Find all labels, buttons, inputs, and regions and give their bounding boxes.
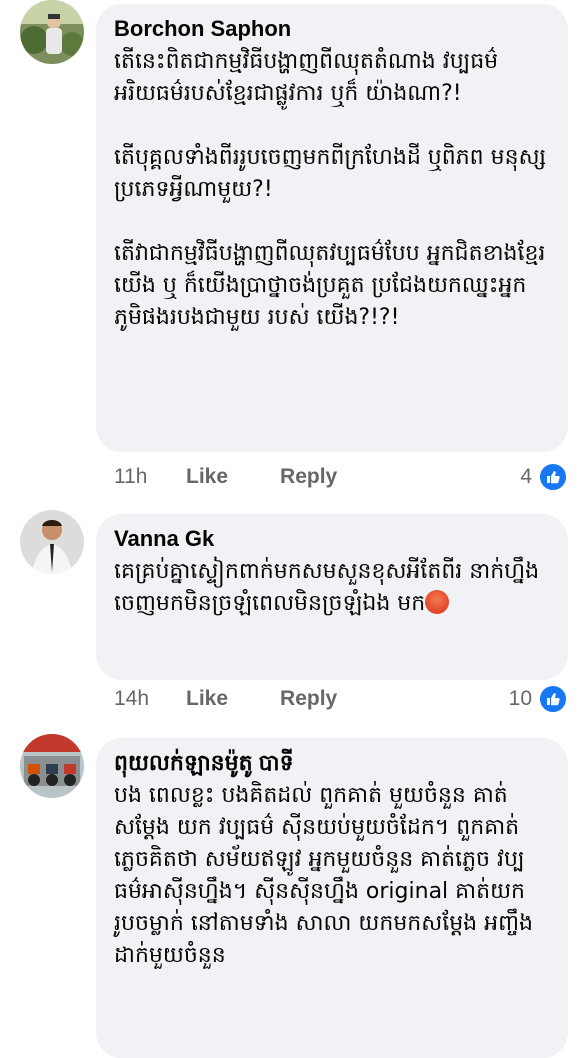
comment-paragraph: តើបុគ្គលទាំងពីររូបចេញមកពីក្រហែងដី ឬពិភព …	[114, 145, 547, 202]
comment-bubble: ពុយលក់ឡានម៉ូតូ បាទី បង ពេលខ្លះ បងគិតដល់ …	[96, 738, 568, 1058]
like-button[interactable]: Like	[186, 687, 228, 711]
comment-paragraph: គេគ្រប់គ្នាស្ទៀកពាក់មកសមសួនខុសអីតែពីរ នា…	[114, 556, 550, 620]
like-thumb-icon	[538, 684, 568, 714]
comment-author[interactable]: ពុយលក់ឡានម៉ូតូ បាទី	[114, 750, 550, 776]
avatar[interactable]	[20, 734, 84, 798]
comment-author[interactable]: Borchon Saphon	[114, 16, 550, 42]
comment-paragraph: តើនេះពិតជាកម្មវិធីបង្ហាញពីឈុតតំណាង វប្បធ…	[114, 49, 499, 106]
reaction-count: 4	[520, 465, 532, 488]
reply-button[interactable]: Reply	[280, 465, 337, 489]
reply-button[interactable]: Reply	[280, 687, 337, 711]
comment-paragraph: តើវាជាកម្មវិធីបង្ហាញពីឈុតវប្បធម៌បែប អ្នក…	[114, 241, 546, 330]
comment-bubble: Vanna Gk គេគ្រប់គ្នាស្ទៀកពាក់មកសមសួនខុសអ…	[96, 514, 568, 680]
reaction-count: 10	[508, 687, 532, 710]
comment-text: តើនេះពិតជាកម្មវិធីបង្ហាញពីឈុតតំណាង វប្បធ…	[114, 46, 550, 334]
comment-actions: 11h Like Reply	[114, 462, 389, 492]
angry-face-emoji	[425, 590, 450, 614]
comment-text: គេគ្រប់គ្នាស្ទៀកពាក់មកសមសួនខុសអីតែពីរ នា…	[114, 556, 550, 620]
like-thumb-icon	[538, 462, 568, 492]
comment-time[interactable]: 14h	[114, 687, 186, 711]
comment-paragraph-text: គេគ្រប់គ្នាស្ទៀកពាក់មកសមសួនខុសអីតែពីរ នា…	[114, 559, 540, 616]
reaction-summary[interactable]: 4	[520, 462, 568, 492]
comment-bubble: Borchon Saphon តើនេះពិតជាកម្មវិធីបង្ហាញព…	[96, 4, 568, 452]
comment-actions: 14h Like Reply	[114, 684, 389, 714]
comment-time[interactable]: 11h	[114, 465, 186, 489]
avatar[interactable]	[20, 510, 84, 574]
avatar[interactable]	[20, 0, 84, 64]
reaction-summary[interactable]: 10	[509, 684, 568, 714]
like-button[interactable]: Like	[186, 465, 228, 489]
comment-paragraph: បង ពេលខ្លះ បងគិតដល់ ពួកគាត់ មួយចំនួន គាត…	[114, 783, 540, 968]
comment-author[interactable]: Vanna Gk	[114, 526, 550, 552]
comment-text: បង ពេលខ្លះ បងគិតដល់ ពួកគាត់ មួយចំនួន គាត…	[114, 780, 550, 972]
